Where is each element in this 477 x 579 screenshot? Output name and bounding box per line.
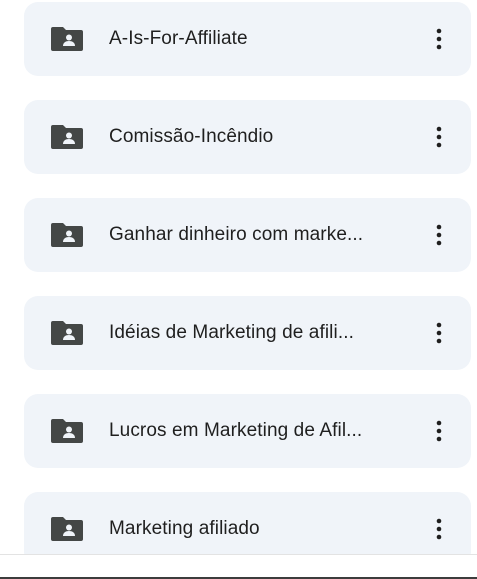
more-options-button[interactable]: [427, 415, 451, 447]
folder-name: Idéias de Marketing de afili...: [109, 322, 354, 343]
shared-folder-icon: [51, 321, 83, 345]
folder-card-1[interactable]: A-Is-For-Affiliate: [24, 2, 471, 76]
more-vert-icon: [436, 126, 442, 148]
more-options-button[interactable]: [427, 121, 451, 153]
more-options-button[interactable]: [427, 513, 451, 545]
shared-folder-icon: [51, 223, 83, 247]
folder-name: Marketing afiliado: [109, 518, 260, 539]
folder-name: A-Is-For-Affiliate: [109, 28, 248, 49]
shared-folder-icon: [51, 419, 83, 443]
folder-name: Lucros em Marketing de Afil...: [109, 420, 363, 441]
more-options-button[interactable]: [427, 23, 451, 55]
folder-list: A-Is-For-Affiliate Comissão-Incêndio Gan…: [24, 2, 471, 579]
shared-folder-icon: [51, 125, 83, 149]
more-vert-icon: [436, 224, 442, 246]
folder-name: Ganhar dinheiro com marke...: [109, 224, 364, 245]
more-options-button[interactable]: [427, 219, 451, 251]
shared-folder-icon: [51, 517, 83, 541]
folder-card-4[interactable]: Idéias de Marketing de afili...: [24, 296, 471, 370]
folder-card-3[interactable]: Ganhar dinheiro com marke...: [24, 198, 471, 272]
bottom-bar: [0, 554, 477, 579]
more-vert-icon: [436, 420, 442, 442]
more-options-button[interactable]: [427, 317, 451, 349]
folder-name: Comissão-Incêndio: [109, 126, 274, 147]
shared-folder-icon: [51, 27, 83, 51]
folder-card-5[interactable]: Lucros em Marketing de Afil...: [24, 394, 471, 468]
more-vert-icon: [436, 518, 442, 540]
folder-card-2[interactable]: Comissão-Incêndio: [24, 100, 471, 174]
folder-list-view: A-Is-For-Affiliate Comissão-Incêndio Gan…: [0, 0, 477, 579]
more-vert-icon: [436, 322, 442, 344]
more-vert-icon: [436, 28, 442, 50]
